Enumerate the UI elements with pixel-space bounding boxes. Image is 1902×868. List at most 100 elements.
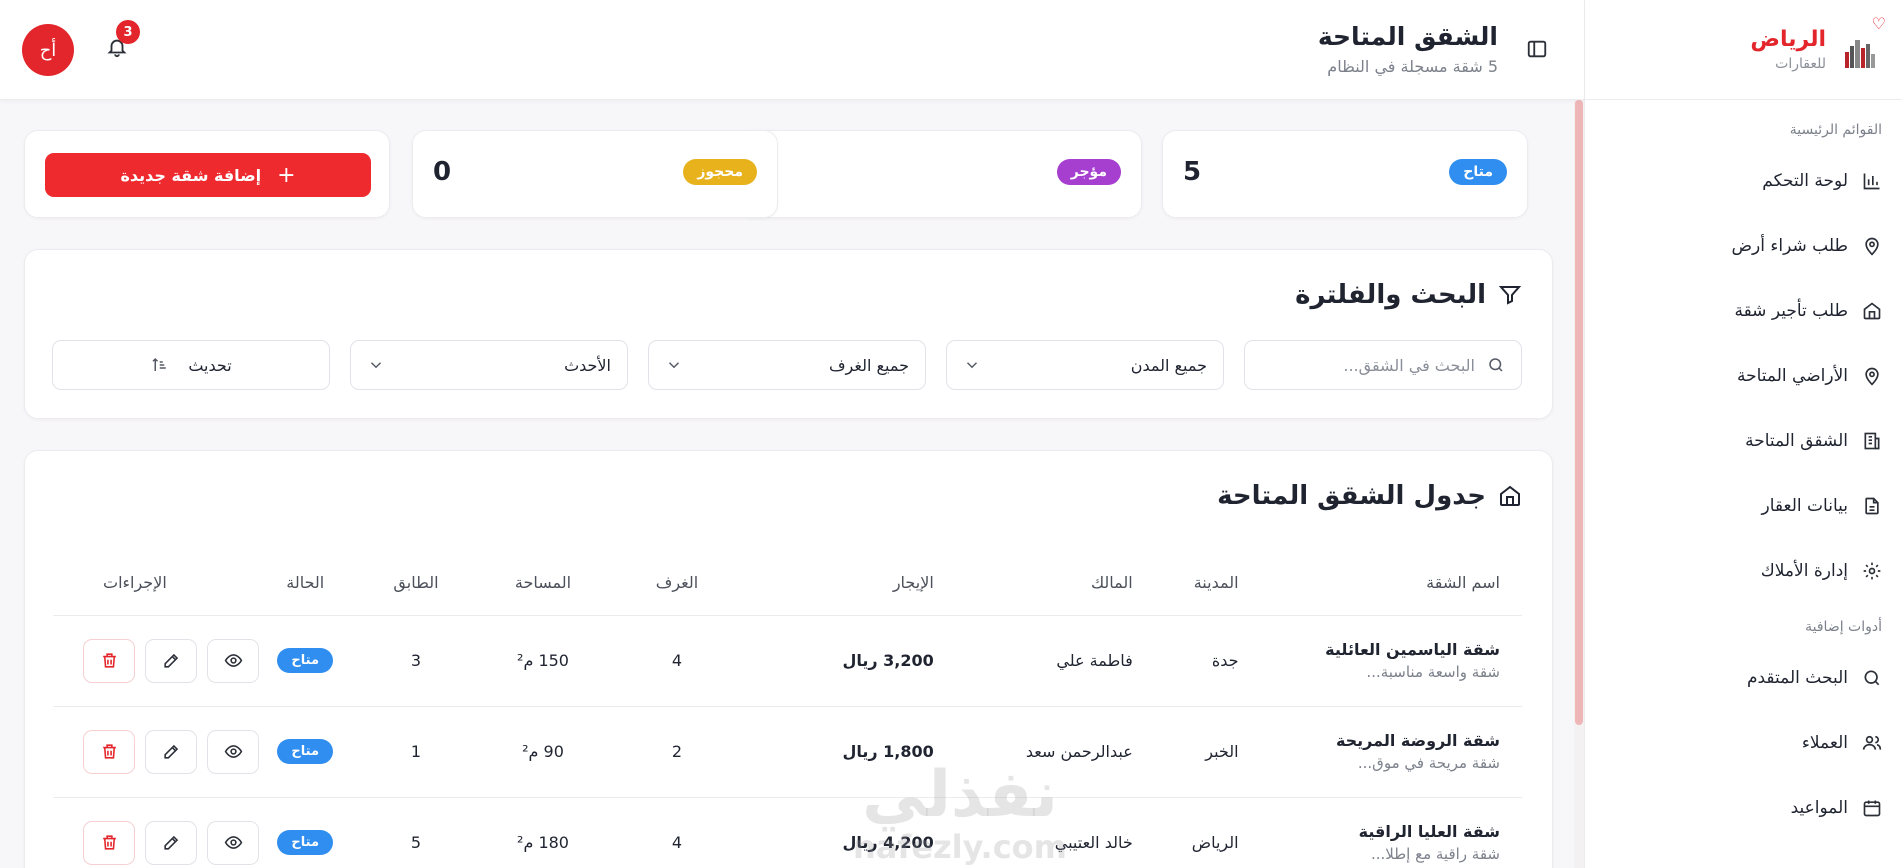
home-icon: [1500, 485, 1520, 506]
sidebar-item-appointments[interactable]: المواعيد: [1585, 775, 1902, 840]
edit-button[interactable]: [145, 820, 197, 865]
delete-button[interactable]: [83, 638, 135, 683]
city-skyline-logo-icon: [1842, 32, 1878, 68]
apartment-floor: 3: [351, 615, 481, 707]
sidebar-item-apartment-rental[interactable]: طلب تأجير شقة: [1585, 278, 1902, 343]
view-button[interactable]: [207, 638, 259, 683]
sidebar-item-clients[interactable]: العملاء: [1585, 710, 1902, 775]
column-header[interactable]: اسم الشقة: [1238, 551, 1522, 616]
apartment-rent: 1,800 ريال: [748, 706, 934, 798]
apartment-description: شقة راقية مع إطلا...: [1370, 845, 1500, 863]
search-icon: [1489, 358, 1503, 372]
column-header[interactable]: المساحة: [480, 551, 606, 616]
sidebar-item-land-purchase[interactable]: طلب شراء أرض: [1585, 213, 1902, 278]
stat-card-available: متاح 5: [1162, 130, 1528, 218]
apartment-rooms: 2: [605, 706, 749, 798]
sidebar-toggle-button[interactable]: [1524, 38, 1548, 62]
sidebar-item-dashboard[interactable]: لوحة التحكم: [1585, 148, 1902, 213]
search-input-wrapper[interactable]: [1244, 340, 1522, 390]
filter-section-title: البحث والفلترة: [1295, 280, 1522, 310]
sidebar-item-available-lands[interactable]: الأراضي المتاحة: [1585, 343, 1902, 408]
apartment-floor: 1: [351, 706, 481, 798]
edit-button[interactable]: [145, 729, 197, 774]
edit-icon: [163, 744, 178, 759]
filter-title: البحث والفلترة: [1295, 280, 1486, 310]
sidebar: ♡ الرياض للعقارات القوائم الرئيسية لوحة …: [1584, 0, 1902, 868]
filter-icon: [1498, 286, 1522, 305]
notifications-button[interactable]: 3: [100, 20, 140, 64]
sidebar-item-available-apartments[interactable]: الشقق المتاحة: [1585, 408, 1902, 473]
eye-icon: [224, 654, 242, 667]
edit-icon: [163, 653, 178, 668]
gear-icon: [1863, 562, 1881, 579]
stat-card-reserved: محجوز 0: [412, 130, 778, 218]
delete-button[interactable]: [83, 820, 135, 865]
table-row[interactable]: شقة العليا الراقية شقة راقية مع إطلا... …: [53, 797, 1522, 868]
file-text-icon: [1865, 497, 1879, 514]
column-header: الإجراءات: [53, 551, 259, 616]
brand[interactable]: ♡ الرياض للعقارات: [1585, 0, 1902, 100]
column-header[interactable]: الحالة: [259, 551, 352, 616]
column-header[interactable]: المالك: [933, 551, 1133, 616]
apartment-city: الخبر: [1132, 706, 1239, 798]
top-header: الشقق المتاحة 5 شقة مسجلة في النظام 3 أح: [0, 0, 1584, 100]
edit-button[interactable]: [145, 638, 197, 683]
status-badge: مؤجر: [1056, 159, 1121, 185]
table-title: جدول الشقق المتاحة: [1217, 481, 1486, 511]
rooms-select[interactable]: جميع الغرف: [648, 340, 926, 390]
bar-chart-icon: [1863, 173, 1880, 189]
sidebar-item-label: طلب شراء أرض: [1731, 235, 1849, 256]
sidebar-item-property-management[interactable]: إدارة الأملاك: [1585, 538, 1902, 603]
apartment-city: الرياض: [1132, 797, 1239, 868]
add-card: + إضافة شقة جديدة: [24, 130, 390, 218]
refresh-label: تحديث: [188, 355, 232, 375]
column-header[interactable]: المدينة: [1132, 551, 1239, 616]
table-row[interactable]: شقة الروضة المريحة شقة مريحة في موق... ا…: [53, 706, 1522, 798]
table-row[interactable]: شقة الياسمين العائلية شقة واسعة مناسبة..…: [53, 615, 1522, 707]
refresh-button[interactable]: تحديث: [52, 340, 330, 390]
apartment-name: شقة الياسمين العائلية: [1325, 640, 1500, 659]
sidebar-item-advanced-search[interactable]: البحث المتقدم: [1585, 645, 1902, 710]
eye-icon: [224, 745, 242, 758]
add-apartment-button[interactable]: + إضافة شقة جديدة: [45, 153, 371, 197]
column-header[interactable]: الطابق: [351, 551, 481, 616]
column-header[interactable]: الإيجار: [748, 551, 934, 616]
status-badge: متاح: [1449, 159, 1507, 185]
add-apartment-label: إضافة شقة جديدة: [120, 165, 262, 185]
page-subtitle: 5 شقة مسجلة في النظام: [1327, 57, 1498, 76]
stat-value: 5: [1183, 157, 1202, 187]
city-select[interactable]: جميع المدن: [946, 340, 1224, 390]
search-input[interactable]: [1261, 355, 1475, 375]
apartments-table-card: جدول الشقق المتاحة اسم الشقة المدينة الم…: [24, 450, 1553, 868]
apartment-description: شقة واسعة مناسبة...: [1366, 663, 1500, 681]
sidebar-item-label: الأراضي المتاحة: [1736, 365, 1848, 386]
city-select-value: جميع المدن: [1130, 355, 1207, 375]
main-scrollbar[interactable]: [1574, 100, 1584, 868]
apartment-floor: 5: [351, 797, 481, 868]
scrollbar-thumb[interactable]: [1575, 100, 1583, 725]
sidebar-item-label: بيانات العقار: [1761, 495, 1848, 516]
sidebar-item-label: العملاء: [1801, 732, 1848, 753]
apartment-area: 90 م²: [480, 706, 606, 798]
brand-name: الرياض: [1750, 27, 1826, 52]
column-header[interactable]: الغرف: [605, 551, 749, 616]
page-title: الشقق المتاحة: [1317, 22, 1498, 51]
delete-button[interactable]: [83, 729, 135, 774]
apartment-rent: 3,200 ريال: [748, 615, 934, 707]
apartments-table: اسم الشقة المدينة المالك الإيجار الغرف ا…: [53, 551, 1522, 868]
table-header-row: اسم الشقة المدينة المالك الإيجار الغرف ا…: [53, 551, 1522, 616]
sidebar-item-label: إدارة الأملاك: [1760, 560, 1848, 581]
apartment-description: شقة مريحة في موق...: [1357, 754, 1500, 772]
heart-icon: ♡: [1871, 14, 1886, 33]
chevron-down-icon: [668, 362, 680, 369]
sidebar-item-label: البحث المتقدم: [1746, 667, 1848, 688]
view-button[interactable]: [207, 729, 259, 774]
sort-select[interactable]: الأحدث: [350, 340, 628, 390]
rooms-select-value: جميع الغرف: [828, 355, 909, 375]
avatar[interactable]: أح: [22, 24, 74, 76]
view-button[interactable]: [207, 820, 259, 865]
sidebar-item-label: المواعيد: [1790, 797, 1848, 818]
trash-icon: [102, 835, 116, 850]
sidebar-item-property-data[interactable]: بيانات العقار: [1585, 473, 1902, 538]
status-badge: متاح: [277, 648, 334, 673]
